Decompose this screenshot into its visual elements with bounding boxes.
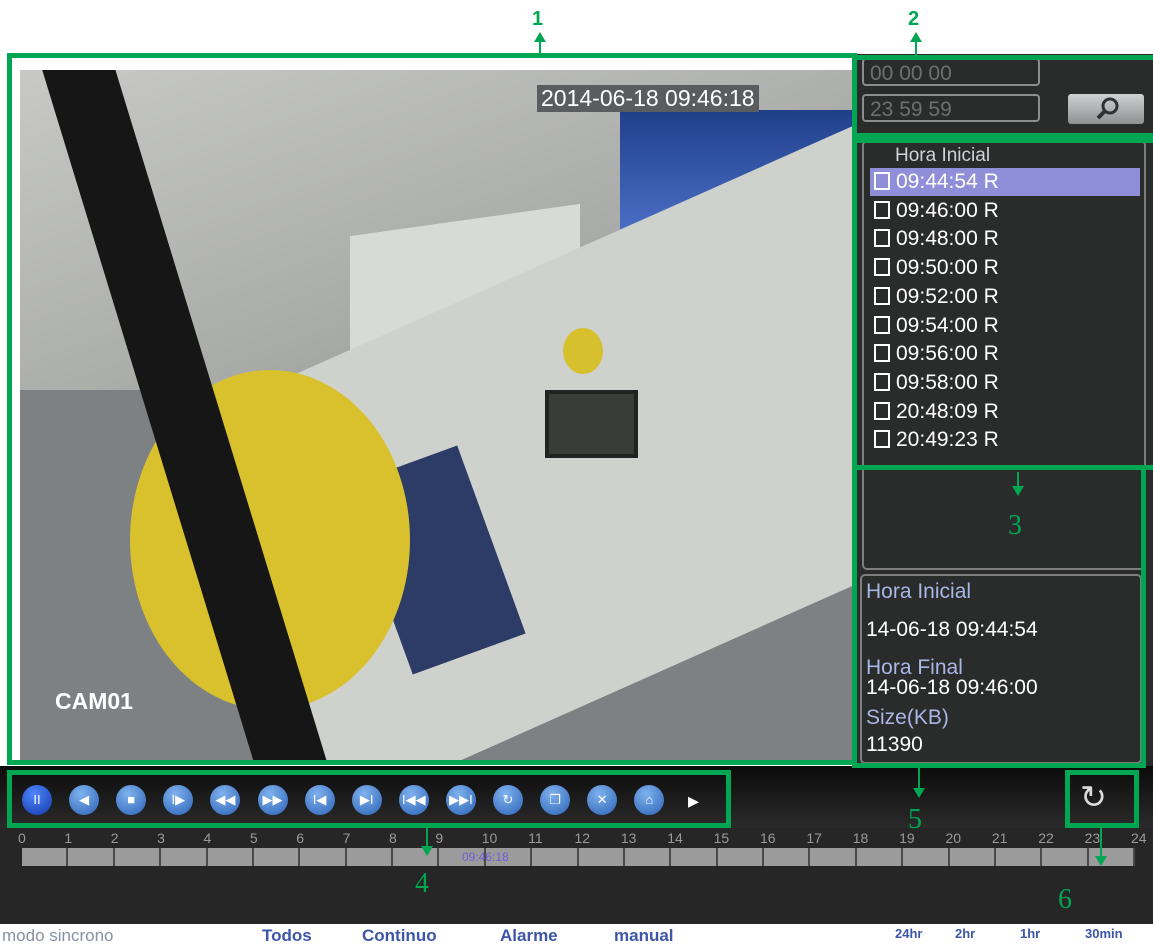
- filter-all[interactable]: Todos: [262, 926, 312, 946]
- timeline-hour-label: 18: [852, 830, 869, 846]
- timeline-hour-label: 3: [157, 830, 165, 846]
- timeline-hour-label: 5: [249, 830, 258, 846]
- timeline-hour-label: 20: [945, 830, 962, 846]
- timeline-segment[interactable]: [995, 848, 1043, 866]
- annotation-number-5: 5: [908, 804, 922, 835]
- annotation-box-1: [7, 53, 857, 765]
- filter-alarm[interactable]: Alarme: [500, 926, 558, 946]
- timeline-hour-label: 9: [435, 830, 444, 846]
- annotation-leader-5: [918, 768, 920, 790]
- timeline-segment[interactable]: [114, 848, 162, 866]
- start-time-field[interactable]: 00 00 00: [862, 58, 1040, 86]
- annotation-leader-6: [1100, 828, 1102, 856]
- timeline-segment[interactable]: [810, 848, 857, 866]
- timeline-hour-label: 11: [528, 830, 543, 846]
- zoom-30min[interactable]: 30min: [1085, 926, 1123, 941]
- annotation-arrow-5: [913, 788, 925, 798]
- timeline-segment[interactable]: [578, 848, 625, 866]
- timeline-hour-label: 7: [342, 830, 351, 846]
- annotation-box-2-top: [857, 55, 1153, 60]
- magnifier-icon: [1096, 97, 1119, 120]
- annotation-box-5: [852, 468, 1146, 768]
- annotation-number-2: 2: [908, 8, 920, 30]
- timeline-hour-label: 1: [64, 830, 73, 846]
- annotation-leader-3: [1017, 472, 1019, 486]
- timeline-segment[interactable]: [949, 848, 996, 866]
- timeline-hour-label: 2: [110, 830, 119, 846]
- zoom-1hr[interactable]: 1hr: [1020, 926, 1040, 941]
- timeline-segment[interactable]: [903, 848, 950, 866]
- timeline-hour-label: 4: [203, 830, 212, 846]
- annotation-arrow-6: [1095, 856, 1107, 866]
- timeline-segment[interactable]: [300, 848, 347, 866]
- annotation-number-1: 1: [532, 8, 544, 30]
- timeline-hour-label: 14: [667, 830, 683, 846]
- timeline-segment[interactable]: [671, 848, 718, 866]
- timeline-segment[interactable]: [253, 848, 301, 866]
- timeline-segment[interactable]: [764, 848, 811, 866]
- timeline-hour-label: 13: [620, 830, 637, 846]
- mode-row-background: [0, 924, 1153, 942]
- timeline-segment[interactable]: [717, 848, 764, 866]
- timeline-hour-label: 0: [18, 830, 26, 846]
- annotation-arrow-3: [1012, 486, 1024, 496]
- timeline-hour-label: 8: [389, 830, 397, 846]
- timeline-hour-label: 21: [991, 830, 1008, 846]
- annotation-box-3: [852, 138, 1153, 470]
- annotation-arrow-1: [534, 32, 546, 42]
- sync-mode-label[interactable]: modo sincrono: [2, 926, 114, 946]
- timeline-segment[interactable]: [22, 848, 69, 866]
- timeline-hour-label: 24: [1131, 830, 1147, 846]
- timeline-segment[interactable]: [1042, 848, 1089, 866]
- annotation-leader-4: [426, 828, 428, 846]
- annotation-box-6: [1065, 770, 1139, 828]
- annotation-arrow-2: [910, 32, 922, 42]
- filter-continuous[interactable]: Continuo: [362, 926, 437, 946]
- timeline-segment[interactable]: [532, 848, 579, 866]
- timeline-segment[interactable]: [346, 848, 393, 866]
- timeline-hour-label: 23: [1084, 830, 1101, 846]
- filter-manual[interactable]: manual: [614, 926, 674, 946]
- timeline-hour-label: 12: [574, 830, 591, 846]
- zoom-24hr[interactable]: 24hr: [895, 926, 922, 941]
- timeline-hour-label: 10: [481, 830, 498, 846]
- search-button[interactable]: [1068, 94, 1144, 124]
- timeline-segment[interactable]: [161, 848, 208, 866]
- timeline-hour-label: 16: [760, 830, 776, 846]
- annotation-number-6: 6: [1058, 884, 1072, 915]
- zoom-2hr[interactable]: 2hr: [955, 926, 975, 941]
- timeline-hour-label: 17: [806, 830, 822, 846]
- timeline-hour-label: 22: [1038, 830, 1054, 846]
- timeline-segment[interactable]: [624, 848, 672, 866]
- timeline-current-time: 09:46:18: [462, 850, 509, 864]
- timeline-segment[interactable]: [207, 848, 254, 866]
- end-time-field[interactable]: 23 59 59: [862, 94, 1040, 122]
- annotation-number-3: 3: [1008, 510, 1022, 541]
- timeline-hour-label: 15: [713, 830, 730, 846]
- timeline-segment[interactable]: [856, 848, 904, 866]
- annotation-number-4: 4: [415, 868, 429, 899]
- timeline-hour-label: 6: [296, 830, 305, 846]
- annotation-box-4: [7, 770, 731, 828]
- timeline-segment[interactable]: [68, 848, 115, 866]
- annotation-arrow-4: [421, 846, 433, 856]
